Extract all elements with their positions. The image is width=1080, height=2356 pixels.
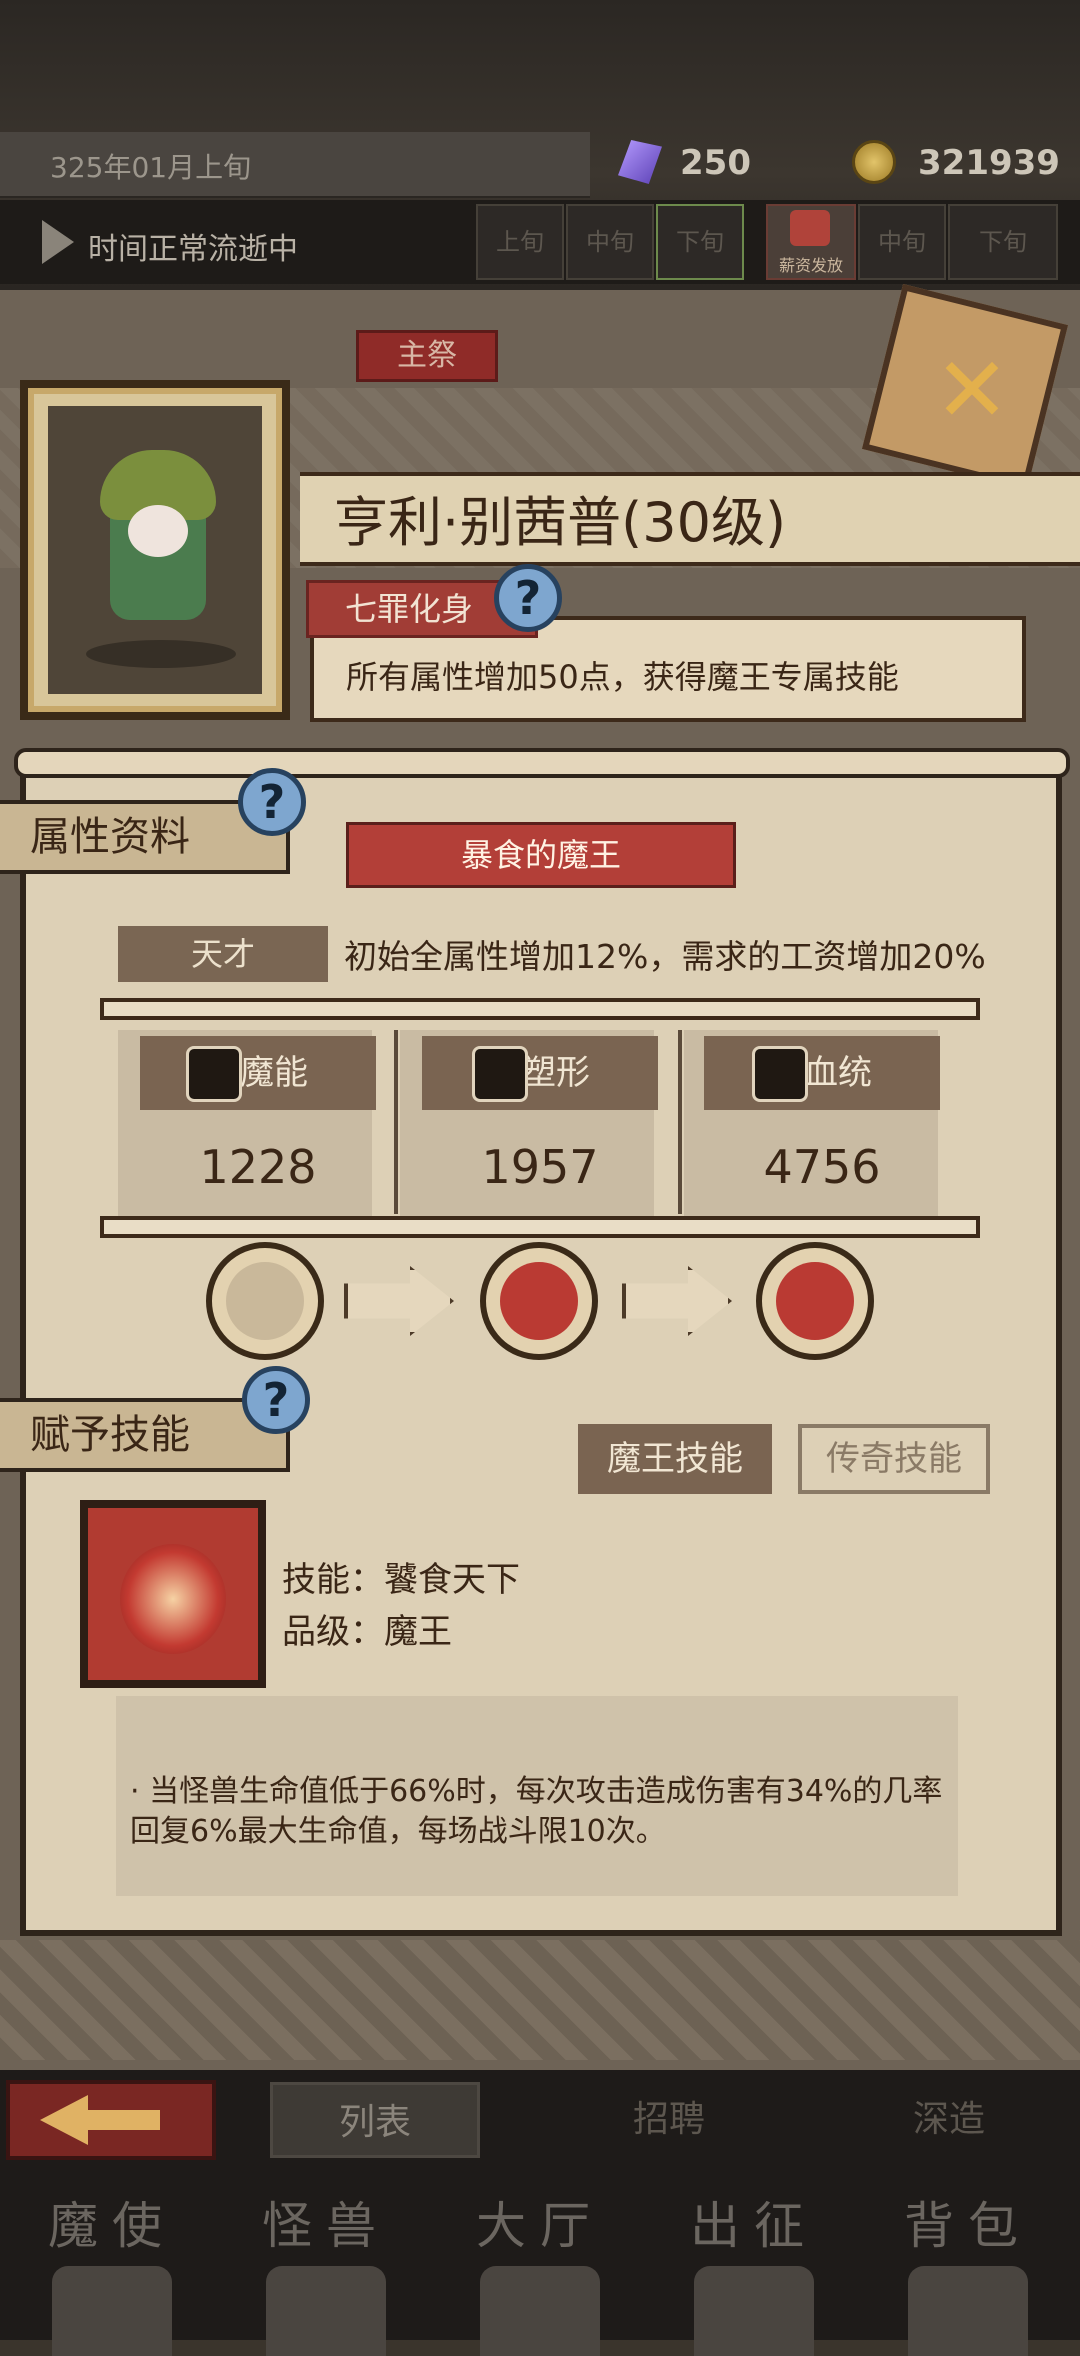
demon-icon — [776, 1262, 854, 1340]
nav-backpack[interactable]: 背包 — [868, 2180, 1068, 2356]
legend-skill-button[interactable]: 传奇技能 — [798, 1424, 990, 1494]
nav-envoy-label: 魔使 — [48, 2197, 176, 2255]
stat-label-blood: 血统 — [704, 1036, 940, 1110]
stat-value-blood: 4756 — [763, 1140, 881, 1194]
expedition-icon — [694, 2266, 814, 2356]
nav-monster[interactable]: 怪兽 — [226, 2180, 426, 2356]
skill-name: 技能：饕食天下 — [282, 1560, 520, 1600]
salary-icon — [790, 210, 830, 246]
character-shadow — [86, 640, 236, 668]
gold-count: 321939 — [918, 143, 1060, 183]
shape-icon — [472, 1046, 528, 1102]
talent-desc: 初始全属性增加12%，需求的工资增加20% — [344, 937, 986, 976]
demon-skill-button[interactable]: 魔王技能 — [578, 1424, 772, 1494]
nav-expedition[interactable]: 出征 — [654, 2180, 854, 2356]
tab-training[interactable]: 深造 — [844, 2082, 1054, 2158]
nav-hall[interactable]: 大厅 — [440, 2180, 640, 2356]
time-slot-3[interactable]: 下旬 — [656, 204, 744, 280]
hood-icon — [226, 1262, 304, 1340]
skill-grade: 品级：魔王 — [282, 1612, 452, 1652]
demon-icon — [500, 1262, 578, 1340]
help-icon-title[interactable]: ? — [494, 564, 562, 632]
time-status: 时间正常流逝中 — [88, 232, 298, 267]
magic-icon — [186, 1046, 242, 1102]
help-icon-skill[interactable]: ? — [242, 1366, 310, 1434]
rail-bottom — [100, 1216, 980, 1238]
divider — [394, 1030, 398, 1214]
rail-top — [100, 998, 980, 1020]
hall-icon — [480, 2266, 600, 2356]
blood-icon — [752, 1046, 808, 1102]
stat-value-magic: 1228 — [199, 1140, 317, 1194]
help-icon-attributes[interactable]: ? — [238, 768, 306, 836]
subtitle-banner: 暴食的魔王 — [346, 822, 736, 888]
close-icon[interactable]: ✕ — [912, 346, 1032, 436]
title-desc: 所有属性增加50点，获得魔王专属技能 — [346, 658, 899, 696]
coin-icon — [852, 140, 896, 184]
backpack-icon — [908, 2266, 1028, 2356]
time-slot-2[interactable]: 中旬 — [566, 204, 654, 280]
nav-envoy[interactable]: 魔使 — [12, 2180, 212, 2356]
nav-hall-label: 大厅 — [476, 2197, 604, 2255]
nav-monster-label: 怪兽 — [262, 2197, 390, 2255]
salary-slot-2[interactable]: 中旬 — [858, 204, 946, 280]
play-icon[interactable] — [42, 220, 74, 264]
tab-priest[interactable]: 主祭 — [356, 330, 498, 382]
scroll-edge — [14, 748, 1070, 778]
nav-expedition-label: 出征 — [690, 2197, 818, 2255]
divider — [678, 1030, 682, 1214]
date-label: 325年01月上旬 — [50, 151, 252, 184]
time-slot-1[interactable]: 上旬 — [476, 204, 564, 280]
stat-value-shape: 1957 — [481, 1140, 599, 1194]
devour-skill-icon — [120, 1544, 226, 1654]
crystal-count: 250 — [680, 143, 751, 183]
skull-icon — [52, 2266, 172, 2356]
salary-label: 薪资发放 — [778, 256, 843, 275]
nav-backpack-label: 背包 — [904, 2197, 1032, 2255]
stat-label-magic: 魔能 — [140, 1036, 376, 1110]
character-name: 亨利·别茜普(30级) — [334, 491, 787, 554]
stat-label-shape: 塑形 — [422, 1036, 658, 1110]
tab-recruit[interactable]: 招聘 — [564, 2082, 774, 2158]
tab-list[interactable]: 列表 — [270, 2082, 480, 2158]
talent-tag: 天才 — [118, 926, 328, 982]
character-face — [128, 505, 188, 557]
monster-icon — [266, 2266, 386, 2356]
salary-slot-3[interactable]: 下旬 — [948, 204, 1058, 280]
skill-description: · 当怪兽生命值低于66%时，每次攻击造成伤害有34%的几率回复6%最大生命值，… — [130, 1774, 943, 1849]
decor-strip-bottom — [0, 1940, 1080, 2060]
